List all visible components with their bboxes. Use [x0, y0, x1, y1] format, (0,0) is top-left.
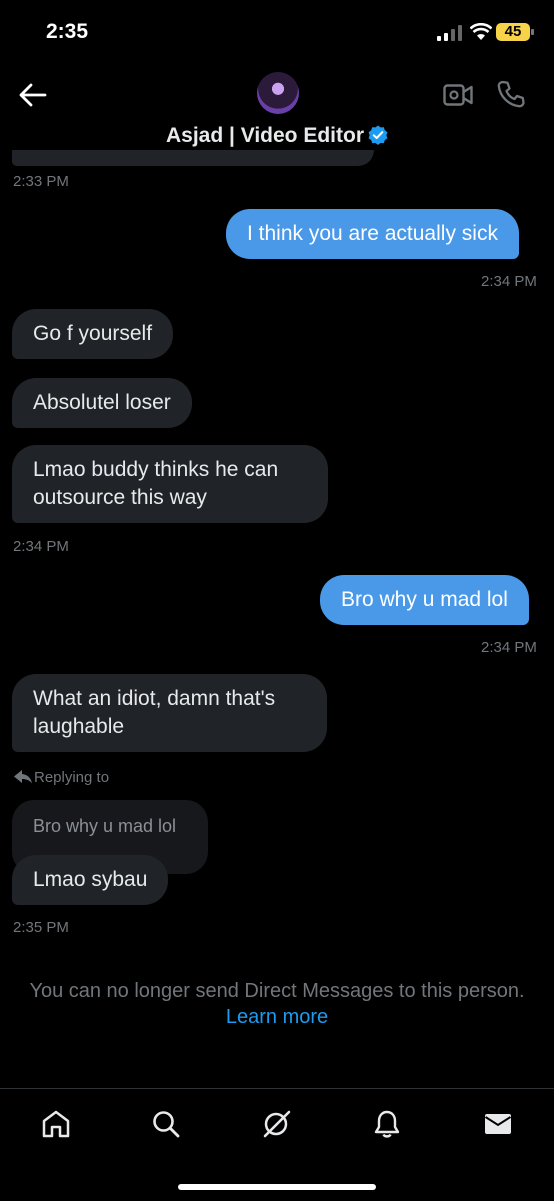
message-bubble-incoming[interactable]: Lmao buddy thinks he can outsource this …: [12, 445, 328, 523]
search-icon[interactable]: [151, 1109, 181, 1139]
cellular-signal-icon: [437, 25, 462, 41]
message-bubble-partial: [12, 150, 374, 166]
wifi-icon: [470, 23, 492, 40]
avatar[interactable]: [257, 72, 299, 114]
message-bubble-incoming[interactable]: Absolutel loser: [12, 378, 192, 428]
grok-icon[interactable]: [262, 1109, 292, 1139]
phone-icon[interactable]: [497, 80, 525, 108]
reply-arrow-icon: [14, 770, 32, 784]
message-bubble-incoming[interactable]: What an idiot, damn that's laughable: [12, 674, 327, 752]
message-bubble-outgoing[interactable]: I think you are actually sick: [226, 209, 519, 259]
learn-more-link[interactable]: Learn more: [0, 1004, 554, 1030]
conversation-header: Asjad | Video Editor: [0, 60, 554, 160]
replying-to-label: Replying to: [34, 769, 110, 786]
message-bubble-incoming[interactable]: Lmao sybau: [12, 855, 169, 905]
verified-badge-icon: [368, 125, 388, 145]
video-call-icon[interactable]: [443, 82, 473, 108]
status-bar: 2:35 45: [0, 0, 554, 60]
mail-icon[interactable]: [483, 1109, 513, 1139]
message-timestamp: 2:33 PM: [13, 173, 69, 190]
status-time: 2:35: [46, 20, 89, 43]
message-timestamp: 2:34 PM: [13, 538, 69, 555]
battery-indicator: 45: [496, 23, 534, 41]
dm-restricted-notice: You can no longer send Direct Messages t…: [0, 978, 554, 1030]
message-bubble-incoming[interactable]: Go f yourself: [12, 309, 174, 359]
replying-to-row: Replying to: [14, 769, 109, 786]
contact-name: Asjad | Video Editor: [165, 124, 365, 147]
message-bubble-outgoing[interactable]: Bro why u mad lol: [320, 575, 529, 625]
back-arrow-icon[interactable]: [18, 80, 48, 110]
message-timestamp: 2:34 PM: [481, 273, 537, 290]
contact-name-row[interactable]: Asjad | Video Editor: [0, 124, 554, 148]
dm-restricted-text: You can no longer send Direct Messages t…: [29, 980, 525, 1002]
bell-icon[interactable]: [372, 1109, 402, 1139]
home-icon[interactable]: [41, 1109, 71, 1139]
home-indicator: [178, 1184, 376, 1190]
message-timestamp: 2:34 PM: [481, 639, 537, 656]
message-timestamp: 2:35 PM: [13, 919, 69, 936]
quoted-message-text: Bro why u mad lol: [33, 816, 177, 836]
